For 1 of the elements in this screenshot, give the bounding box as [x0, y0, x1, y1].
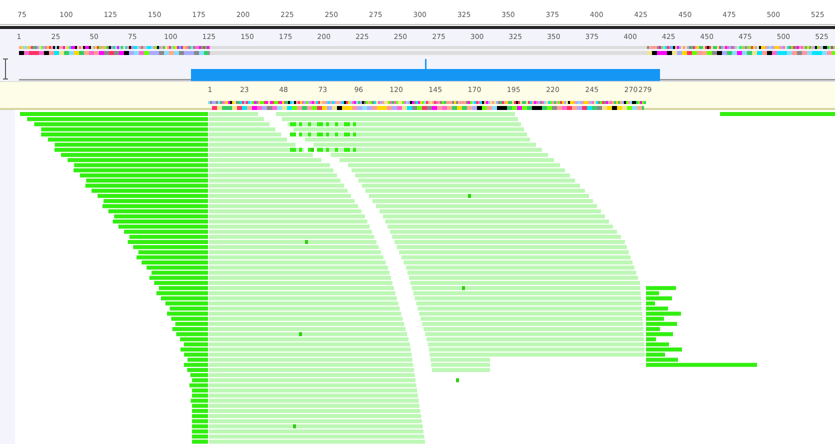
scale-bracket-icon [0, 57, 10, 81]
